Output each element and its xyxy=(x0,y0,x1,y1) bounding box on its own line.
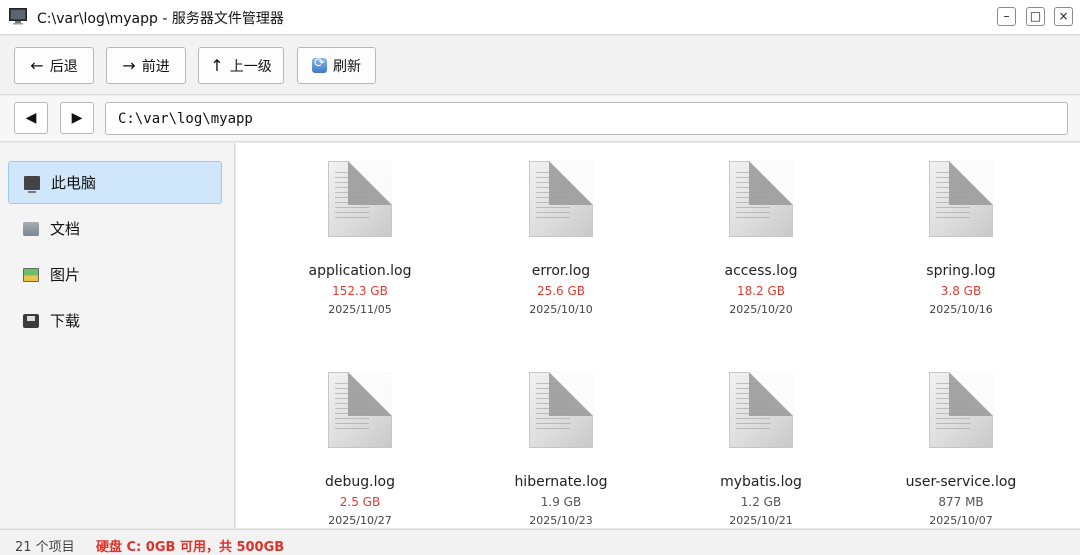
file-date: 2025/10/20 xyxy=(729,303,793,316)
file-name: hibernate.log xyxy=(514,474,608,490)
file-item[interactable]: access.log 18.2 GB 2025/10/20 xyxy=(661,161,861,316)
sidebar-item-label: 图片 xyxy=(50,266,81,284)
file-name: mybatis.log xyxy=(720,474,802,490)
sidebar-item-label: 文档 xyxy=(50,220,81,238)
back-label: 后退 xyxy=(49,58,78,75)
disk-space-warning: 硬盘 C: 0GB 可用，共 500GB xyxy=(96,540,285,555)
sidebar-item-pictures[interactable]: 图片 xyxy=(8,253,222,296)
file-item[interactable]: user-service.log 877 MB 2025/10/07 xyxy=(861,372,1061,527)
file-date: 2025/10/07 xyxy=(929,514,993,527)
up-level-label: 上一级 xyxy=(229,58,272,75)
triangle-left-icon: ◀ xyxy=(25,110,37,126)
picture-icon xyxy=(23,267,39,282)
file-date: 2025/10/16 xyxy=(929,303,993,316)
document-icon xyxy=(929,161,993,237)
document-icon xyxy=(328,372,392,448)
file-date: 2025/10/21 xyxy=(729,514,793,527)
address-bar: ◀ ▶ xyxy=(0,96,1080,142)
file-date: 2025/11/05 xyxy=(328,303,392,316)
file-size: 877 MB xyxy=(938,495,984,509)
document-icon xyxy=(328,161,392,237)
file-item[interactable]: application.log 152.3 GB 2025/11/05 xyxy=(260,161,460,316)
file-item[interactable]: spring.log 3.8 GB 2025/10/16 xyxy=(861,161,1061,316)
file-size: 18.2 GB xyxy=(736,284,786,298)
file-size: 152.3 GB xyxy=(332,284,388,298)
document-icon xyxy=(929,372,993,448)
back-button[interactable]: ← 后退 xyxy=(14,47,94,84)
file-size: 3.8 GB xyxy=(940,284,982,298)
file-date: 2025/10/10 xyxy=(529,303,593,316)
file-name: spring.log xyxy=(926,263,996,279)
refresh-button[interactable]: 刷新 xyxy=(297,47,376,84)
forward-label: 前进 xyxy=(141,58,170,75)
file-size: 1.2 GB xyxy=(740,495,782,509)
folder-icon xyxy=(23,221,39,236)
minimize-button[interactable]: – xyxy=(997,7,1016,26)
minimize-icon: – xyxy=(1003,9,1010,23)
file-name: debug.log xyxy=(325,474,395,490)
window-title: C:\var\log\myapp - 服务器文件管理器 xyxy=(37,11,284,27)
file-date: 2025/10/27 xyxy=(328,514,392,527)
file-name: application.log xyxy=(308,263,412,279)
monitor-icon xyxy=(9,8,27,25)
file-item[interactable]: mybatis.log 1.2 GB 2025/10/21 xyxy=(661,372,861,527)
triangle-right-icon: ▶ xyxy=(71,110,83,126)
file-size: 2.5 GB xyxy=(339,495,381,509)
document-icon xyxy=(529,161,593,237)
sidebar: 此电脑 文档 图片 下载 xyxy=(0,143,235,528)
refresh-label: 刷新 xyxy=(333,58,361,75)
item-count: 21 个项目 xyxy=(15,540,75,555)
close-button[interactable]: × xyxy=(1054,7,1073,26)
refresh-icon xyxy=(312,56,327,73)
file-date: 2025/10/23 xyxy=(529,514,593,527)
arrow-up-icon: ↑ xyxy=(210,56,224,75)
status-bar: 21 个项目 硬盘 C: 0GB 可用，共 500GB xyxy=(0,529,1080,555)
sidebar-item-downloads[interactable]: 下载 xyxy=(8,299,222,342)
arrow-right-icon: → xyxy=(122,56,136,75)
up-level-button[interactable]: ↑ 上一级 xyxy=(198,47,284,84)
file-name: access.log xyxy=(724,263,798,279)
file-name: user-service.log xyxy=(905,474,1017,490)
nav-forward-button[interactable]: ▶ xyxy=(60,102,94,134)
maximize-icon: □ xyxy=(1029,9,1042,23)
file-size: 1.9 GB xyxy=(540,495,582,509)
sidebar-item-label: 下载 xyxy=(50,312,81,330)
monitor-icon xyxy=(24,175,40,193)
forward-button[interactable]: → 前进 xyxy=(106,47,186,84)
file-item[interactable]: debug.log 2.5 GB 2025/10/27 xyxy=(260,372,460,527)
disk-icon xyxy=(23,313,39,328)
sidebar-item-documents[interactable]: 文档 xyxy=(8,207,222,250)
maximize-button[interactable]: □ xyxy=(1026,7,1045,26)
sidebar-item-this-pc[interactable]: 此电脑 xyxy=(8,161,222,204)
close-icon: × xyxy=(1058,9,1069,23)
arrow-left-icon: ← xyxy=(30,56,44,75)
file-size: 25.6 GB xyxy=(536,284,586,298)
path-input[interactable] xyxy=(105,102,1068,135)
file-grid: application.log 152.3 GB 2025/11/05 erro… xyxy=(236,143,1080,528)
document-icon xyxy=(729,161,793,237)
document-icon xyxy=(729,372,793,448)
file-item[interactable]: hibernate.log 1.9 GB 2025/10/23 xyxy=(461,372,661,527)
toolbar: ← 后退 → 前进 ↑ 上一级 刷新 xyxy=(0,36,1080,95)
file-item[interactable]: error.log 25.6 GB 2025/10/10 xyxy=(461,161,661,316)
file-name: error.log xyxy=(531,263,591,279)
document-icon xyxy=(529,372,593,448)
sidebar-item-label: 此电脑 xyxy=(51,174,97,192)
title-bar: C:\var\log\myapp - 服务器文件管理器 – □ × xyxy=(0,0,1080,35)
nav-back-button[interactable]: ◀ xyxy=(14,102,48,134)
